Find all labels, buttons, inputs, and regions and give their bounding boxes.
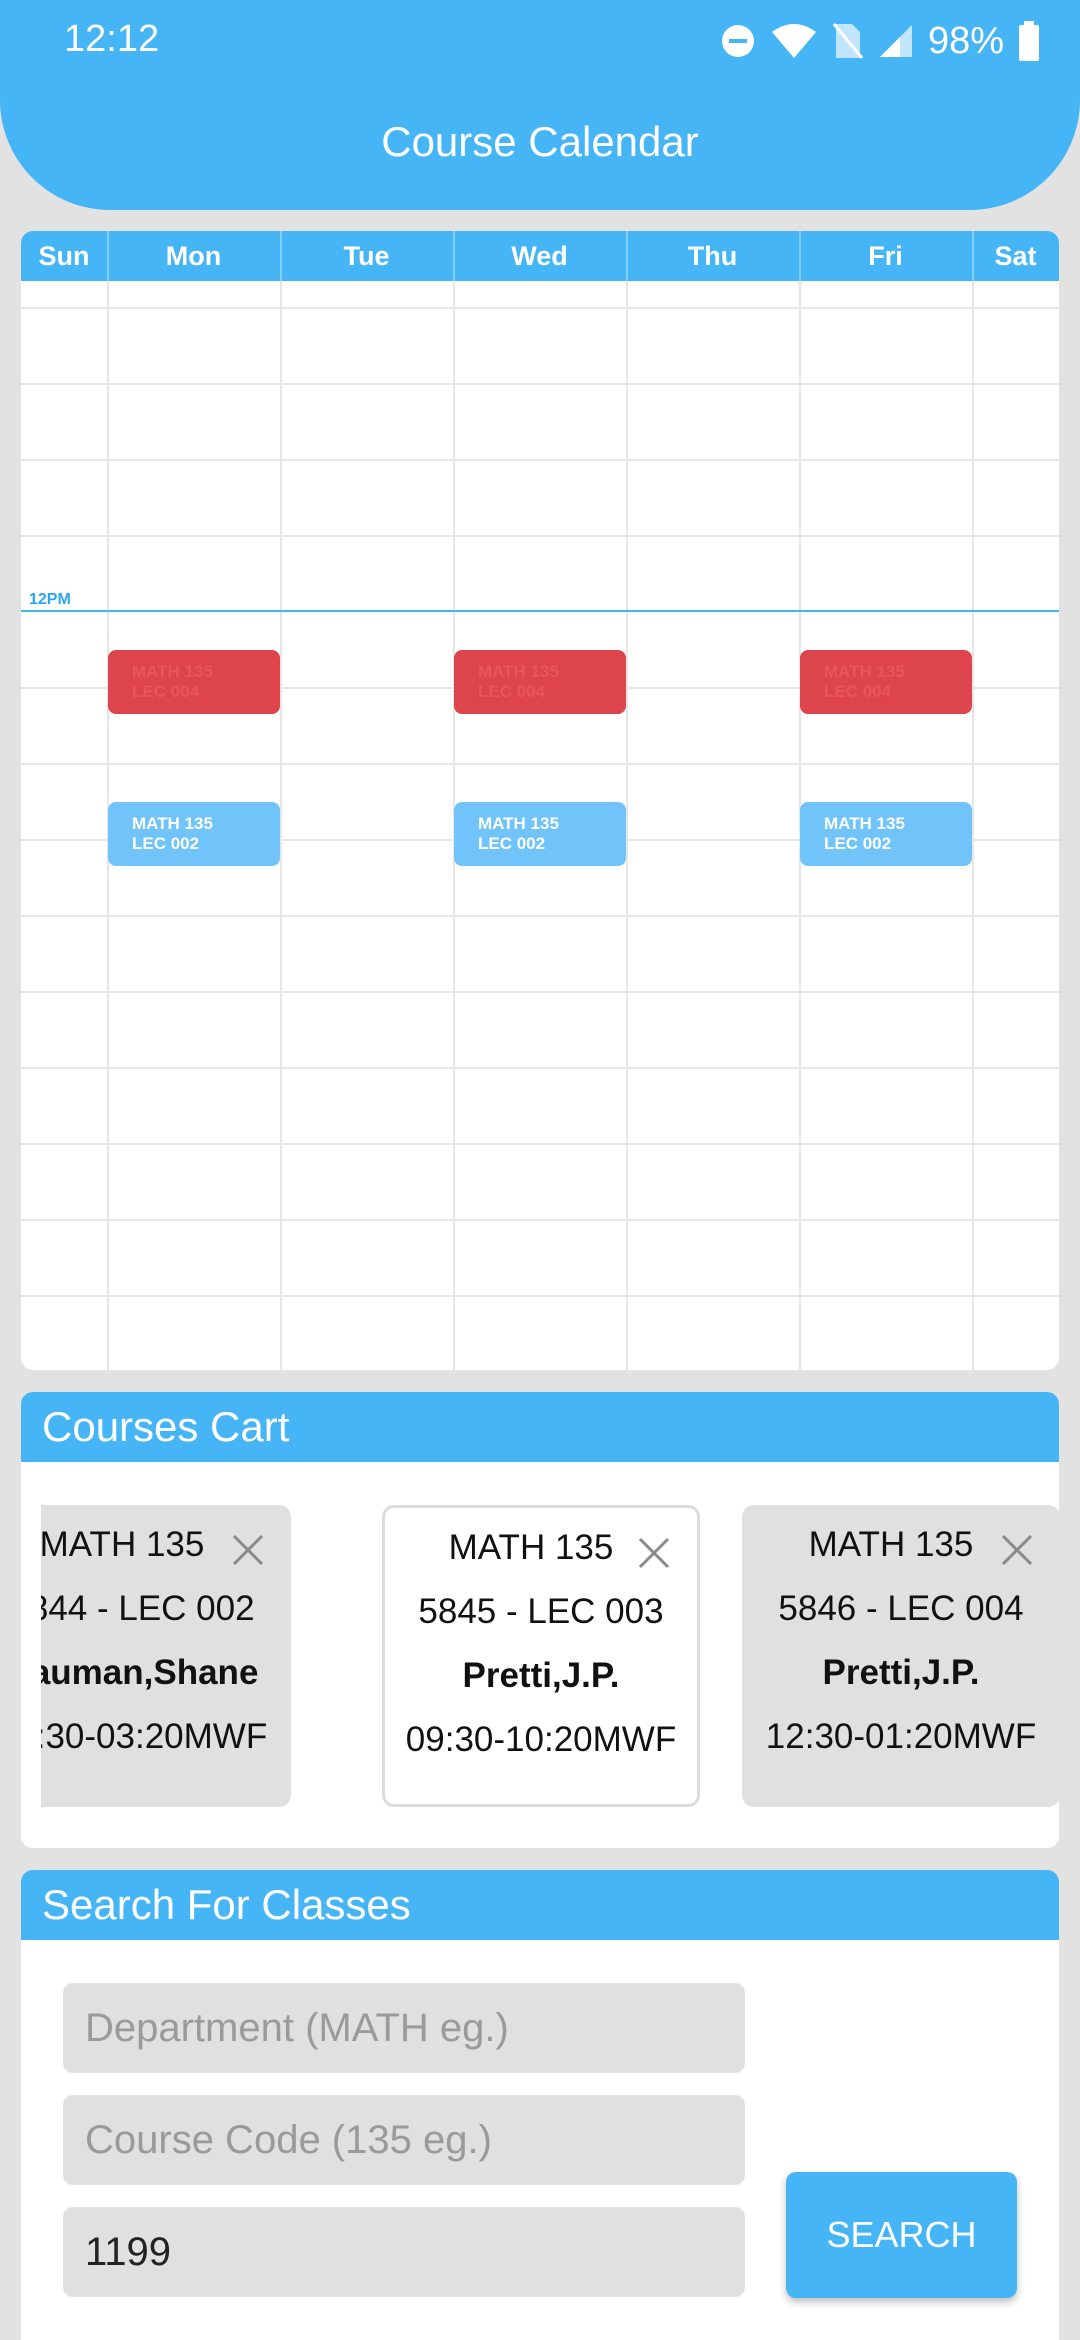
event-section: LEC 002 — [478, 834, 546, 853]
calendar-event[interactable]: MATH 135 LEC 004 — [454, 650, 626, 714]
calendar-event[interactable]: MATH 135 LEC 002 — [454, 802, 626, 866]
day-header-mon: Mon — [107, 231, 282, 281]
cart-card-section: 5845 - LEC 003 — [418, 1592, 664, 1631]
grid-line — [21, 307, 1059, 309]
do-not-disturb-icon — [721, 25, 754, 57]
event-section: LEC 002 — [824, 834, 892, 853]
day-header-sun: Sun — [21, 231, 109, 281]
day-header-tue: Tue — [280, 231, 455, 281]
current-time-line — [21, 610, 1059, 612]
grid-line — [21, 1219, 1059, 1221]
grid-line — [21, 1295, 1059, 1297]
cart-scroll-strip[interactable]: MATH 135 5844 - LEC 002 Bauman,Shane 12:… — [41, 1505, 1059, 1807]
wifi-icon — [771, 24, 816, 58]
calendar-event[interactable]: MATH 135 LEC 002 — [108, 802, 280, 866]
grid-line — [21, 763, 1059, 765]
grid-line — [280, 281, 282, 1370]
search-title: Search For Classes — [21, 1870, 1059, 1940]
cart-card[interactable]: MATH 135 5845 - LEC 003 Pretti,J.P. 09:3… — [382, 1505, 700, 1807]
courses-cart: Courses Cart MATH 135 5844 - LEC 002 Bau… — [21, 1392, 1059, 1848]
grid-line — [21, 991, 1059, 993]
grid-line — [21, 459, 1059, 461]
no-sim-icon — [832, 23, 864, 59]
event-course: MATH 135 — [824, 662, 905, 681]
cart-card-instructor: Bauman,Shane — [41, 1653, 259, 1692]
day-header-wed: Wed — [453, 231, 628, 281]
event-course: MATH 135 — [824, 814, 905, 833]
event-section: LEC 002 — [132, 834, 200, 853]
calendar-day-header: Sun Mon Tue Wed Thu Fri Sat — [21, 231, 1059, 281]
app-header: 12:12 98% Course Calendar — [0, 0, 1080, 210]
search-button[interactable]: SEARCH — [786, 2172, 1017, 2298]
grid-line — [21, 383, 1059, 385]
calendar-event[interactable]: MATH 135 LEC 002 — [800, 802, 972, 866]
grid-line — [21, 535, 1059, 537]
day-header-fri: Fri — [799, 231, 974, 281]
cart-title: Courses Cart — [21, 1392, 1059, 1462]
cell-signal-icon — [879, 25, 912, 57]
calendar-event[interactable]: MATH 135 LEC 004 — [108, 650, 280, 714]
grid-line — [21, 915, 1059, 917]
status-icons: 98% — [720, 16, 1040, 66]
event-course: MATH 135 — [478, 662, 559, 681]
status-time: 12:12 — [64, 18, 160, 60]
event-course: MATH 135 — [132, 814, 213, 833]
cart-card-section: 5846 - LEC 004 — [778, 1589, 1024, 1628]
page-title: Course Calendar — [381, 118, 699, 165]
close-icon[interactable] — [637, 1536, 671, 1570]
day-header-sat: Sat — [994, 241, 1037, 271]
grid-line — [972, 281, 974, 1370]
battery-icon — [1019, 21, 1039, 61]
time-label-12pm: 12PM — [29, 591, 71, 608]
event-section: LEC 004 — [824, 682, 892, 701]
cart-card[interactable]: MATH 135 5844 - LEC 002 Bauman,Shane 12:… — [41, 1505, 291, 1807]
course-code-input[interactable] — [63, 2095, 745, 2185]
department-input[interactable] — [63, 1983, 745, 2073]
grid-line — [21, 1067, 1059, 1069]
calendar-event[interactable]: MATH 135 LEC 004 — [800, 650, 972, 714]
search-panel: Search For Classes SEARCH — [21, 1870, 1059, 2340]
grid-line — [626, 281, 628, 1370]
event-course: MATH 135 — [132, 662, 213, 681]
event-section: LEC 004 — [132, 682, 200, 701]
event-course: MATH 135 — [478, 814, 559, 833]
grid-line — [21, 1143, 1059, 1145]
cart-card-section: 5844 - LEC 002 — [41, 1589, 255, 1628]
term-input[interactable] — [63, 2207, 745, 2297]
cart-card[interactable]: MATH 135 5846 - LEC 004 Pretti,J.P. 12:3… — [742, 1505, 1059, 1807]
cart-card-time: 12:30-03:20MWF — [41, 1717, 268, 1756]
battery-percentage: 98% — [927, 19, 1004, 62]
close-icon[interactable] — [1000, 1533, 1034, 1567]
event-section: LEC 004 — [478, 682, 546, 701]
day-header-thu: Thu — [626, 231, 801, 281]
close-icon[interactable] — [231, 1533, 265, 1567]
cart-card-instructor: Pretti,J.P. — [822, 1653, 980, 1692]
cart-card-time: 12:30-01:20MWF — [765, 1717, 1037, 1756]
cart-card-instructor: Pretti,J.P. — [462, 1656, 620, 1695]
cart-card-time: 09:30-10:20MWF — [405, 1720, 677, 1759]
week-calendar[interactable]: Sun Mon Tue Wed Thu Fri Sat 12PM MATH 13… — [21, 231, 1059, 1370]
